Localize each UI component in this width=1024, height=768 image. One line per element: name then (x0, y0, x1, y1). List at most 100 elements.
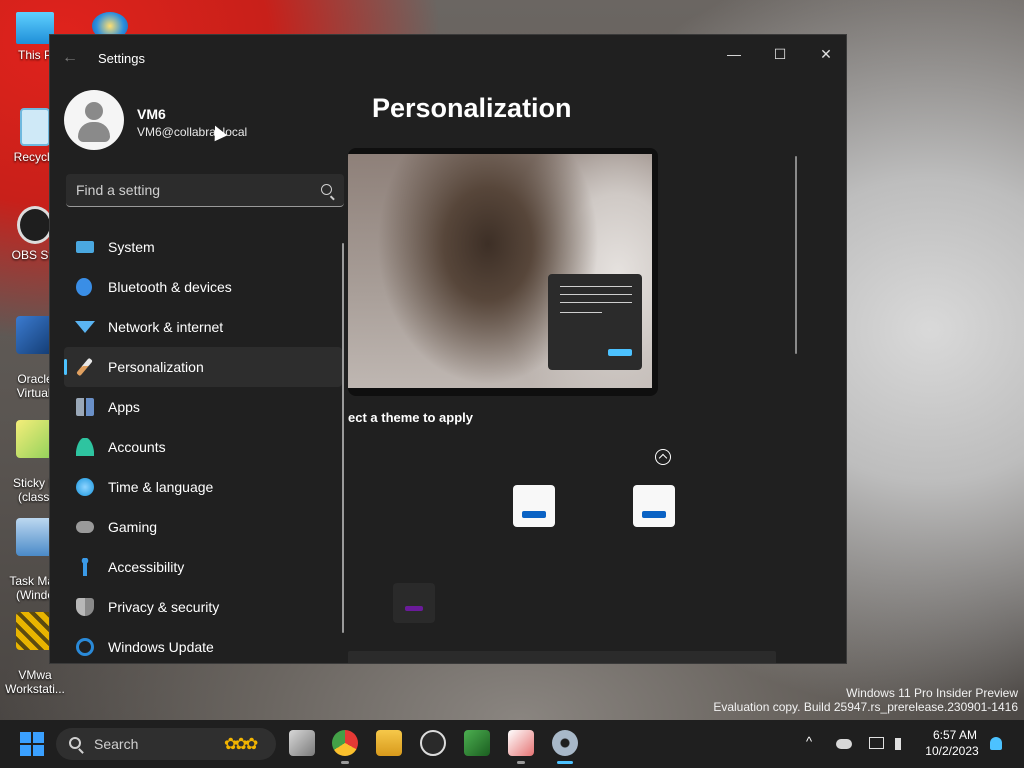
sidebar-item-label: Accounts (108, 439, 166, 455)
theme-option[interactable] (393, 583, 435, 623)
globe-clock-icon (76, 478, 94, 496)
preview-wallpaper (348, 154, 652, 388)
onedrive-icon[interactable] (836, 739, 852, 749)
task-view-icon[interactable] (289, 730, 315, 756)
obs-icon[interactable] (420, 730, 446, 756)
sidebar-item-label: Windows Update (108, 639, 214, 655)
avatar-head (85, 102, 103, 120)
preview-line (560, 294, 632, 295)
sidebar-item-label: Time & language (108, 479, 214, 495)
start-button[interactable] (20, 732, 44, 756)
snipping-tool-icon[interactable] (508, 730, 534, 764)
content-card-edge (348, 651, 776, 663)
chrome-icon[interactable] (332, 730, 358, 764)
watermark-line-1: Windows 11 Pro Insider Preview (846, 686, 1018, 700)
settings-icon[interactable] (552, 730, 578, 756)
sidebar-item-label: Bluetooth & devices (108, 279, 232, 295)
sidebar-item-personalization[interactable]: Personalization (64, 347, 342, 387)
brush-icon (76, 357, 93, 377)
sidebar-item-label: Network & internet (108, 319, 224, 335)
person-icon (76, 438, 94, 456)
search-box (66, 174, 344, 207)
profile-name: VM6 (137, 106, 166, 122)
taskbar-search-label: Search (94, 736, 139, 752)
preview-window (548, 274, 642, 370)
collapse-chevron-icon[interactable] (655, 449, 671, 465)
sidebar-item-label: System (108, 239, 155, 255)
search-input[interactable] (66, 174, 316, 206)
taskbar-active-indicator (557, 761, 573, 764)
sidebar-item-bluetooth-devices[interactable]: Bluetooth & devices (64, 267, 342, 307)
page-title: Personalization (372, 93, 572, 123)
profile-email: VM6@collabrat.local (137, 125, 248, 139)
windows-watermark: Windows 11 Pro Insider Preview Evaluatio… (713, 686, 1018, 714)
sidebar-item-privacy-security[interactable]: Privacy & security (64, 587, 342, 627)
main-scrollbar[interactable] (795, 156, 797, 354)
watermark-line-2: Evaluation copy. Build 25947.rs_prerelea… (713, 700, 1018, 714)
theme-option[interactable] (513, 485, 555, 527)
settings-window: ← Settings — ☐ ✕ VM6 VM6@collabrat.local… (49, 34, 847, 664)
clock-date[interactable]: 10/2/2023 (920, 744, 984, 758)
chevron-up-icon[interactable]: ^ (806, 734, 812, 749)
window-title: Settings (98, 51, 145, 66)
title-bar[interactable]: ← Settings — ☐ ✕ (50, 35, 846, 81)
apps-icon (76, 398, 94, 416)
sheet-app-icon[interactable] (464, 730, 490, 756)
sidebar-nav: System Bluetooth & devices Network & int… (64, 227, 342, 663)
theme-select-heading: ect a theme to apply (348, 410, 473, 425)
update-icon (76, 638, 94, 656)
windows-logo-icon (33, 732, 44, 743)
preview-line (560, 302, 632, 303)
windows-logo-icon (20, 745, 31, 756)
close-button[interactable]: ✕ (804, 40, 846, 68)
flowers-icon: ✿✿✿ (224, 736, 258, 753)
search-icon[interactable] (321, 184, 332, 195)
minimize-button[interactable]: — (712, 40, 756, 68)
theme-preview (348, 148, 658, 396)
sidebar-item-windows-update[interactable]: Windows Update (64, 627, 342, 663)
theme-accent-bar (405, 606, 423, 611)
sidebar-item-label: Gaming (108, 519, 158, 535)
desktop-icon-label: VMwa Workstati... (5, 668, 65, 696)
file-explorer-icon[interactable] (376, 730, 402, 756)
sidebar-item-network-internet[interactable]: Network & internet (64, 307, 342, 347)
preview-line (560, 286, 632, 287)
sidebar-item-gaming[interactable]: Gaming (64, 507, 342, 547)
sidebar-item-label: Privacy & security (108, 599, 220, 615)
sidebar-item-accessibility[interactable]: Accessibility (64, 547, 342, 587)
monitor-icon (76, 241, 94, 253)
network-icon[interactable] (869, 737, 884, 749)
gamepad-icon (76, 521, 94, 533)
wifi-icon (75, 321, 95, 333)
preview-line (560, 312, 602, 313)
shield-icon (76, 598, 94, 616)
sidebar-item-label: Apps (108, 399, 140, 415)
clock-time[interactable]: 6:57 AM (925, 728, 985, 742)
preview-button (608, 349, 632, 356)
theme-accent-bar (522, 511, 546, 518)
sidebar-scrollbar[interactable] (342, 243, 344, 633)
notification-bell-icon[interactable] (990, 737, 1002, 750)
bluetooth-icon (76, 278, 92, 296)
search-icon (69, 737, 81, 749)
sidebar-item-apps[interactable]: Apps (64, 387, 342, 427)
avatar[interactable] (64, 90, 124, 150)
sidebar-item-label: Accessibility (108, 559, 185, 575)
sidebar-item-accounts[interactable]: Accounts (64, 427, 342, 467)
windows-logo-icon (33, 745, 44, 756)
recycle-bin-icon (20, 108, 50, 146)
theme-option[interactable] (633, 485, 675, 527)
taskbar-search[interactable]: Search ✿✿✿ (56, 728, 276, 760)
sidebar-item-label: Personalization (108, 359, 204, 375)
maximize-button[interactable]: ☐ (758, 40, 802, 68)
accessibility-icon (76, 558, 94, 576)
back-button[interactable]: ← (62, 49, 78, 67)
windows-logo-icon (20, 732, 31, 743)
volume-muted-icon[interactable] (895, 738, 907, 750)
obs-icon (17, 206, 53, 244)
sidebar-item-time-language[interactable]: Time & language (64, 467, 342, 507)
theme-accent-bar (642, 511, 666, 518)
avatar-body (78, 122, 110, 142)
taskbar: Search ✿✿✿ ^ 6:57 AM 10/2/2023 (0, 720, 1024, 768)
sidebar-item-system[interactable]: System (64, 227, 342, 267)
